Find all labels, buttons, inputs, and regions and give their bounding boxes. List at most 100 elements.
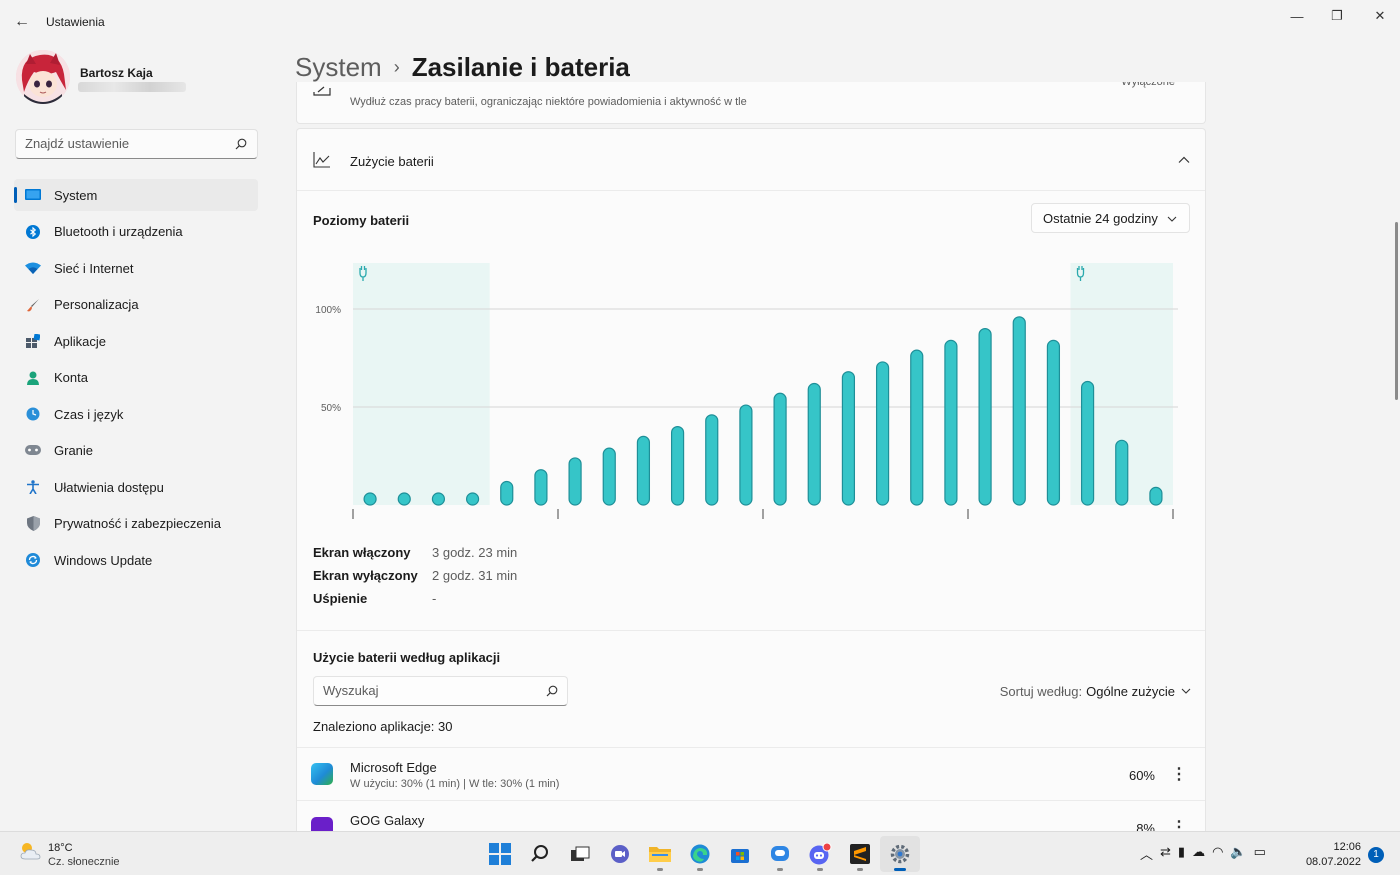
battery-usage-header[interactable]: Zużycie baterii	[297, 129, 1205, 191]
more-options-icon[interactable]: ⋮	[1171, 764, 1187, 784]
chevron-up-icon[interactable]	[1177, 153, 1191, 167]
edge-icon	[311, 763, 333, 785]
sidebar-item-label: Bluetooth i urządzenia	[54, 224, 183, 239]
battery-bar	[807, 382, 821, 506]
sidebar-item-label: Konta	[54, 370, 88, 385]
restore-button[interactable]: ❐	[1314, 4, 1360, 28]
chat-bubble-icon	[771, 846, 789, 861]
battery-saver-icon	[313, 86, 331, 96]
brush-icon	[25, 297, 41, 313]
charging-period	[353, 263, 490, 505]
battery-icon[interactable]: ▭	[1254, 844, 1266, 863]
edge-taskbar-button[interactable]	[680, 836, 720, 872]
avatar	[16, 50, 70, 104]
sidebar-item-system[interactable]: System	[14, 179, 258, 211]
sidebar-item-network[interactable]: Sieć i Internet	[14, 252, 258, 284]
back-button[interactable]: ←	[10, 10, 34, 34]
battery-bar	[500, 480, 514, 506]
system-tray: ︿ ⇄ ▮ ☁ ◠ 🔈 ▭	[1140, 844, 1266, 863]
sidebar-item-label: Czas i język	[54, 406, 124, 422]
more-options-icon[interactable]: ⋮	[1171, 817, 1187, 832]
y-tick-label: 100%	[315, 305, 341, 316]
sort-value: Ogólne zużycie	[1086, 684, 1175, 699]
sublime-button[interactable]	[840, 836, 880, 872]
apps-search-input[interactable]	[323, 683, 523, 698]
stat-label: Uśpienie	[313, 591, 368, 606]
file-explorer-button[interactable]	[640, 836, 680, 872]
page-title: Zasilanie i bateria	[411, 52, 630, 82]
x-tick-label: 12:00	[1160, 526, 1185, 527]
search-icon	[531, 845, 548, 862]
sidebar-item-windows-update[interactable]: Windows Update	[14, 544, 258, 576]
globe-clock-icon	[25, 406, 41, 422]
start-button[interactable]	[480, 836, 520, 872]
search-taskbar-button[interactable]	[520, 836, 560, 872]
windows-logo-icon	[489, 843, 511, 865]
accessibility-icon	[25, 479, 41, 495]
battery-saver-card[interactable]: Wydłuż czas pracy baterii, ograniczając …	[296, 82, 1206, 124]
apps-found-count: Znaleziono aplikacje: 30	[313, 719, 453, 734]
sun-cloud-icon	[20, 843, 41, 860]
settings-search-field[interactable]	[15, 129, 258, 159]
stat-label: Ekran wyłączony	[313, 568, 418, 583]
app-name: Microsoft Edge	[350, 760, 437, 775]
period-dropdown[interactable]: Ostatnie 24 godziny	[1031, 203, 1190, 233]
sidebar-item-bluetooth[interactable]: Bluetooth i urządzenia	[14, 216, 258, 248]
battery-bar	[568, 457, 582, 506]
battery-bar	[739, 404, 753, 506]
battery-saver-description: Wydłuż czas pracy baterii, ograniczając …	[350, 96, 747, 108]
x-tick-label: 00:00	[750, 526, 775, 527]
breadcrumb-parent[interactable]: System	[295, 52, 382, 82]
apps-search-field[interactable]	[313, 676, 568, 706]
wifi-icon[interactable]: ◠	[1212, 844, 1223, 863]
scrollbar-thumb[interactable]	[1395, 222, 1398, 400]
speaker-icon[interactable]: 🔈	[1230, 844, 1246, 863]
cloud-icon[interactable]: ☁	[1192, 844, 1205, 863]
notification-badge[interactable]: 1	[1368, 847, 1384, 863]
battery-levels-title: Poziomy baterii	[313, 213, 410, 228]
sidebar-item-apps[interactable]: Aplikacje	[14, 325, 258, 357]
weather-widget[interactable]: 18°C Cz. słonecznie	[18, 840, 120, 868]
battery-saver-state: Wyłączone	[1121, 82, 1175, 88]
chevron-down-icon	[1181, 688, 1191, 694]
sidebar-item-label: System	[54, 187, 98, 203]
user-name: Bartosz Kaja	[80, 66, 153, 80]
task-view-button[interactable]	[560, 836, 600, 872]
sidebar-item-time-language[interactable]: Czas i język	[14, 398, 258, 430]
battery-bar	[465, 492, 480, 506]
settings-search-input[interactable]	[25, 136, 225, 151]
task-view-icon	[571, 846, 590, 861]
chevron-up-icon[interactable]: ︿	[1140, 844, 1153, 863]
bluetooth-icon	[25, 224, 41, 240]
sidebar-item-gaming[interactable]: Granie	[14, 435, 258, 467]
settings-taskbar-button[interactable]	[880, 836, 920, 872]
app-usage-detail: W użyciu: 30% (1 min) | W tle: 30% (1 mi…	[350, 778, 560, 790]
battery-bar	[841, 371, 856, 506]
wifi-icon	[25, 260, 41, 276]
clock[interactable]: 12:06 08.07.2022	[1296, 840, 1361, 870]
sidebar-item-accessibility[interactable]: Ułatwienia dostępu	[14, 471, 258, 503]
teams-chat-button[interactable]	[600, 836, 640, 872]
chat-icon	[611, 845, 629, 863]
close-button[interactable]: ✕	[1357, 4, 1400, 28]
messenger-button[interactable]	[760, 836, 800, 872]
app-name: GOG Galaxy	[350, 813, 425, 828]
discord-button[interactable]	[800, 836, 840, 872]
sort-label: Sortuj według:	[999, 684, 1083, 699]
sidebar-item-accounts[interactable]: Konta	[14, 362, 258, 394]
y-tick-label: 50%	[321, 403, 341, 414]
period-dropdown-value: Ostatnie 24 godziny	[1043, 211, 1158, 226]
store-button[interactable]	[720, 836, 760, 872]
app-usage-row[interactable]: GOG Galaxy 8% ⋮	[297, 800, 1205, 832]
sort-dropdown[interactable]: Sortuj według: Ogólne zużycie	[1000, 684, 1191, 699]
sidebar-item-label: Prywatność i zabezpieczenia	[54, 516, 221, 531]
audio-meter-icon[interactable]: ▮	[1178, 844, 1185, 863]
sidebar-item-privacy[interactable]: Prywatność i zabezpieczenia	[14, 508, 258, 540]
taskbar-apps	[480, 836, 920, 872]
network-switch-icon[interactable]: ⇄	[1160, 844, 1171, 863]
window-title: Ustawienia	[46, 15, 105, 29]
apps-icon	[25, 333, 41, 349]
battery-bar	[1080, 380, 1095, 506]
sidebar-item-personalization[interactable]: Personalizacja	[14, 289, 258, 321]
app-usage-row[interactable]: Microsoft Edge W użyciu: 30% (1 min) | W…	[297, 747, 1205, 799]
